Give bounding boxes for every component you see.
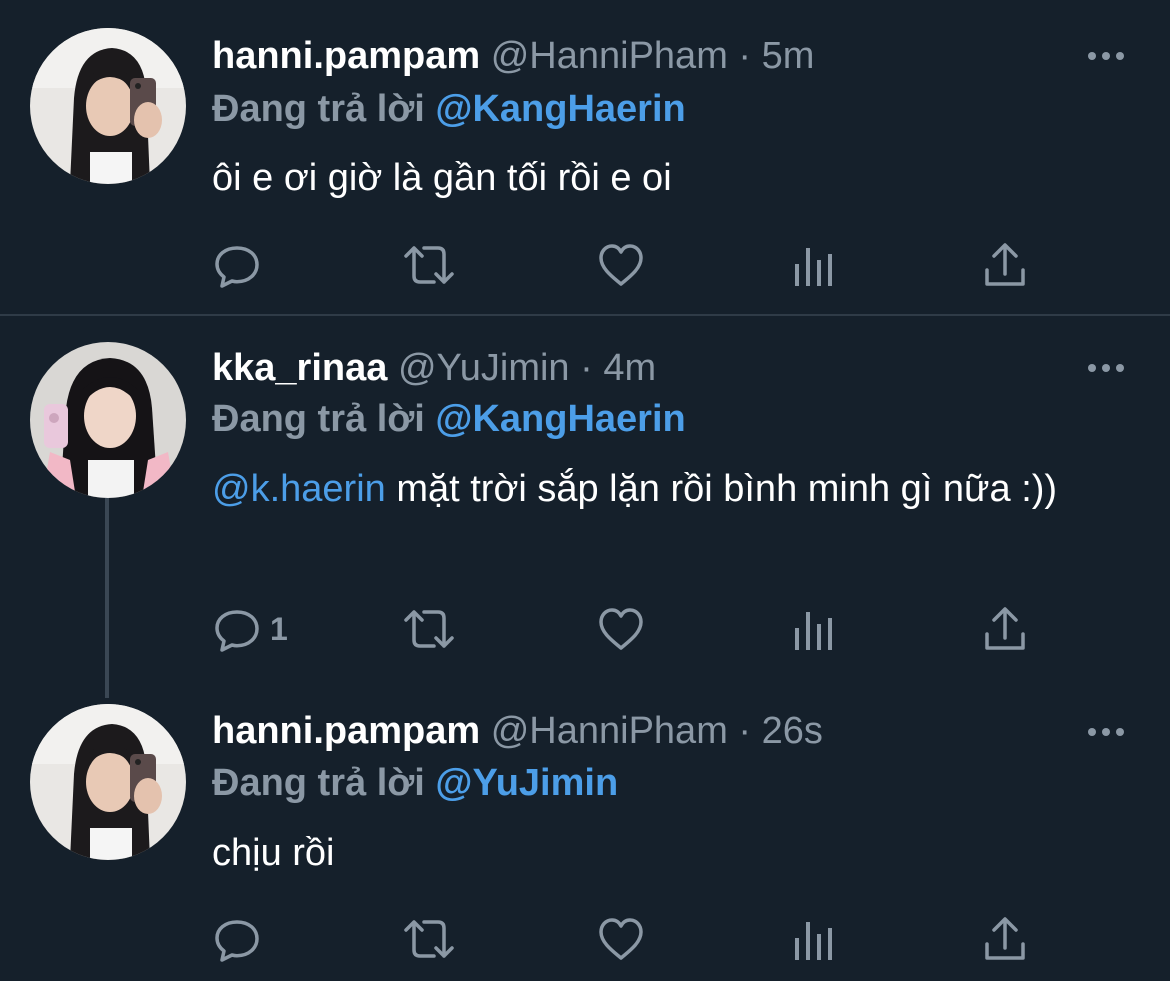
timestamp[interactable]: 4m (603, 347, 656, 389)
mention-link[interactable]: @k.haerin (212, 468, 386, 510)
tweet-body: mặt trời sắp lặn rồi bình minh gì nữa :)… (385, 468, 1058, 510)
like-icon (599, 244, 643, 286)
like-icon (599, 608, 643, 650)
tweet-header: hanni.pampam @HanniPham · 5m (212, 33, 814, 79)
retweet-button[interactable] (400, 604, 458, 654)
timestamp[interactable]: 5m (762, 35, 815, 77)
share-icon (985, 243, 1025, 286)
replying-to: Đang trả lời @YuJimin (212, 760, 618, 806)
tweet-header: kka_rinaa @YuJimin · 4m (212, 345, 656, 391)
share-button[interactable] (982, 604, 1028, 654)
replying-to: Đang trả lời @KangHaerin (212, 396, 686, 442)
analytics-button[interactable] (792, 240, 836, 290)
retweet-button[interactable] (400, 240, 458, 290)
more-icon[interactable] (1086, 46, 1126, 66)
tweet-header: hanni.pampam @HanniPham · 26s (212, 708, 823, 754)
replying-prefix: Đang trả lời (212, 762, 425, 804)
reply-button[interactable] (212, 914, 262, 964)
retweet-icon (404, 246, 454, 284)
analytics-button[interactable] (792, 604, 836, 654)
analytics-button[interactable] (792, 914, 836, 964)
replying-prefix: Đang trả lời (212, 398, 425, 440)
share-button[interactable] (982, 914, 1028, 964)
tweet-body: ôi e ơi giờ là gần tối rồi e oi (212, 157, 672, 199)
tweet-text: ôi e ơi giờ là gần tối rồi e oi (212, 152, 1112, 204)
analytics-icon (795, 248, 832, 286)
like-button[interactable] (596, 604, 646, 654)
like-button[interactable] (596, 240, 646, 290)
share-button[interactable] (982, 240, 1028, 290)
timestamp[interactable]: 26s (762, 710, 823, 752)
reply-count: 1 (270, 610, 288, 647)
separator: · (738, 710, 752, 752)
analytics-icon (795, 612, 832, 650)
separator: · (738, 35, 752, 77)
more-icon[interactable] (1086, 358, 1126, 378)
display-name[interactable]: kka_rinaa (212, 347, 387, 389)
like-button[interactable] (596, 914, 646, 964)
replying-prefix: Đang trả lời (212, 88, 425, 130)
share-icon (985, 917, 1025, 960)
avatar[interactable] (30, 28, 186, 184)
username[interactable]: @YuJimin (398, 347, 570, 389)
retweet-icon (404, 610, 454, 648)
share-icon (985, 607, 1025, 650)
reply-icon (215, 920, 259, 962)
reply-icon (215, 246, 259, 288)
tweet-text: chịu rồi (212, 827, 1112, 879)
reply-button[interactable] (212, 240, 262, 290)
tweet[interactable]: kka_rinaa @YuJimin · 4m Đang trả lời @Ka… (0, 316, 1170, 686)
tweet[interactable]: hanni.pampam @HanniPham · 5m Đang trả lờ… (0, 0, 1170, 314)
replying-to-link[interactable]: @KangHaerin (435, 88, 685, 130)
tweet-text: @k.haerin mặt trời sắp lặn rồi bình minh… (212, 463, 1092, 515)
tweet-body: chịu rồi (212, 832, 335, 874)
reply-button[interactable]: 1 (212, 604, 288, 654)
tweet-actions: 1 (212, 604, 1042, 654)
display-name[interactable]: hanni.pampam (212, 710, 480, 752)
tweet-actions (212, 240, 1042, 290)
more-icon[interactable] (1086, 722, 1126, 742)
separator: · (580, 347, 593, 389)
username[interactable]: @HanniPham (491, 710, 728, 752)
username[interactable]: @HanniPham (491, 35, 728, 77)
analytics-icon (795, 922, 832, 960)
tweet-actions (212, 914, 1042, 964)
replying-to-link[interactable]: @KangHaerin (435, 398, 685, 440)
retweet-button[interactable] (400, 914, 458, 964)
retweet-icon (404, 920, 454, 958)
reply-icon (215, 610, 259, 652)
tweet[interactable]: hanni.pampam @HanniPham · 26s Đang trả l… (0, 686, 1170, 981)
avatar[interactable] (30, 704, 186, 860)
replying-to: Đang trả lời @KangHaerin (212, 86, 686, 132)
display-name[interactable]: hanni.pampam (212, 35, 480, 77)
avatar[interactable] (30, 342, 186, 498)
replying-to-link[interactable]: @YuJimin (435, 762, 618, 804)
like-icon (599, 918, 643, 960)
